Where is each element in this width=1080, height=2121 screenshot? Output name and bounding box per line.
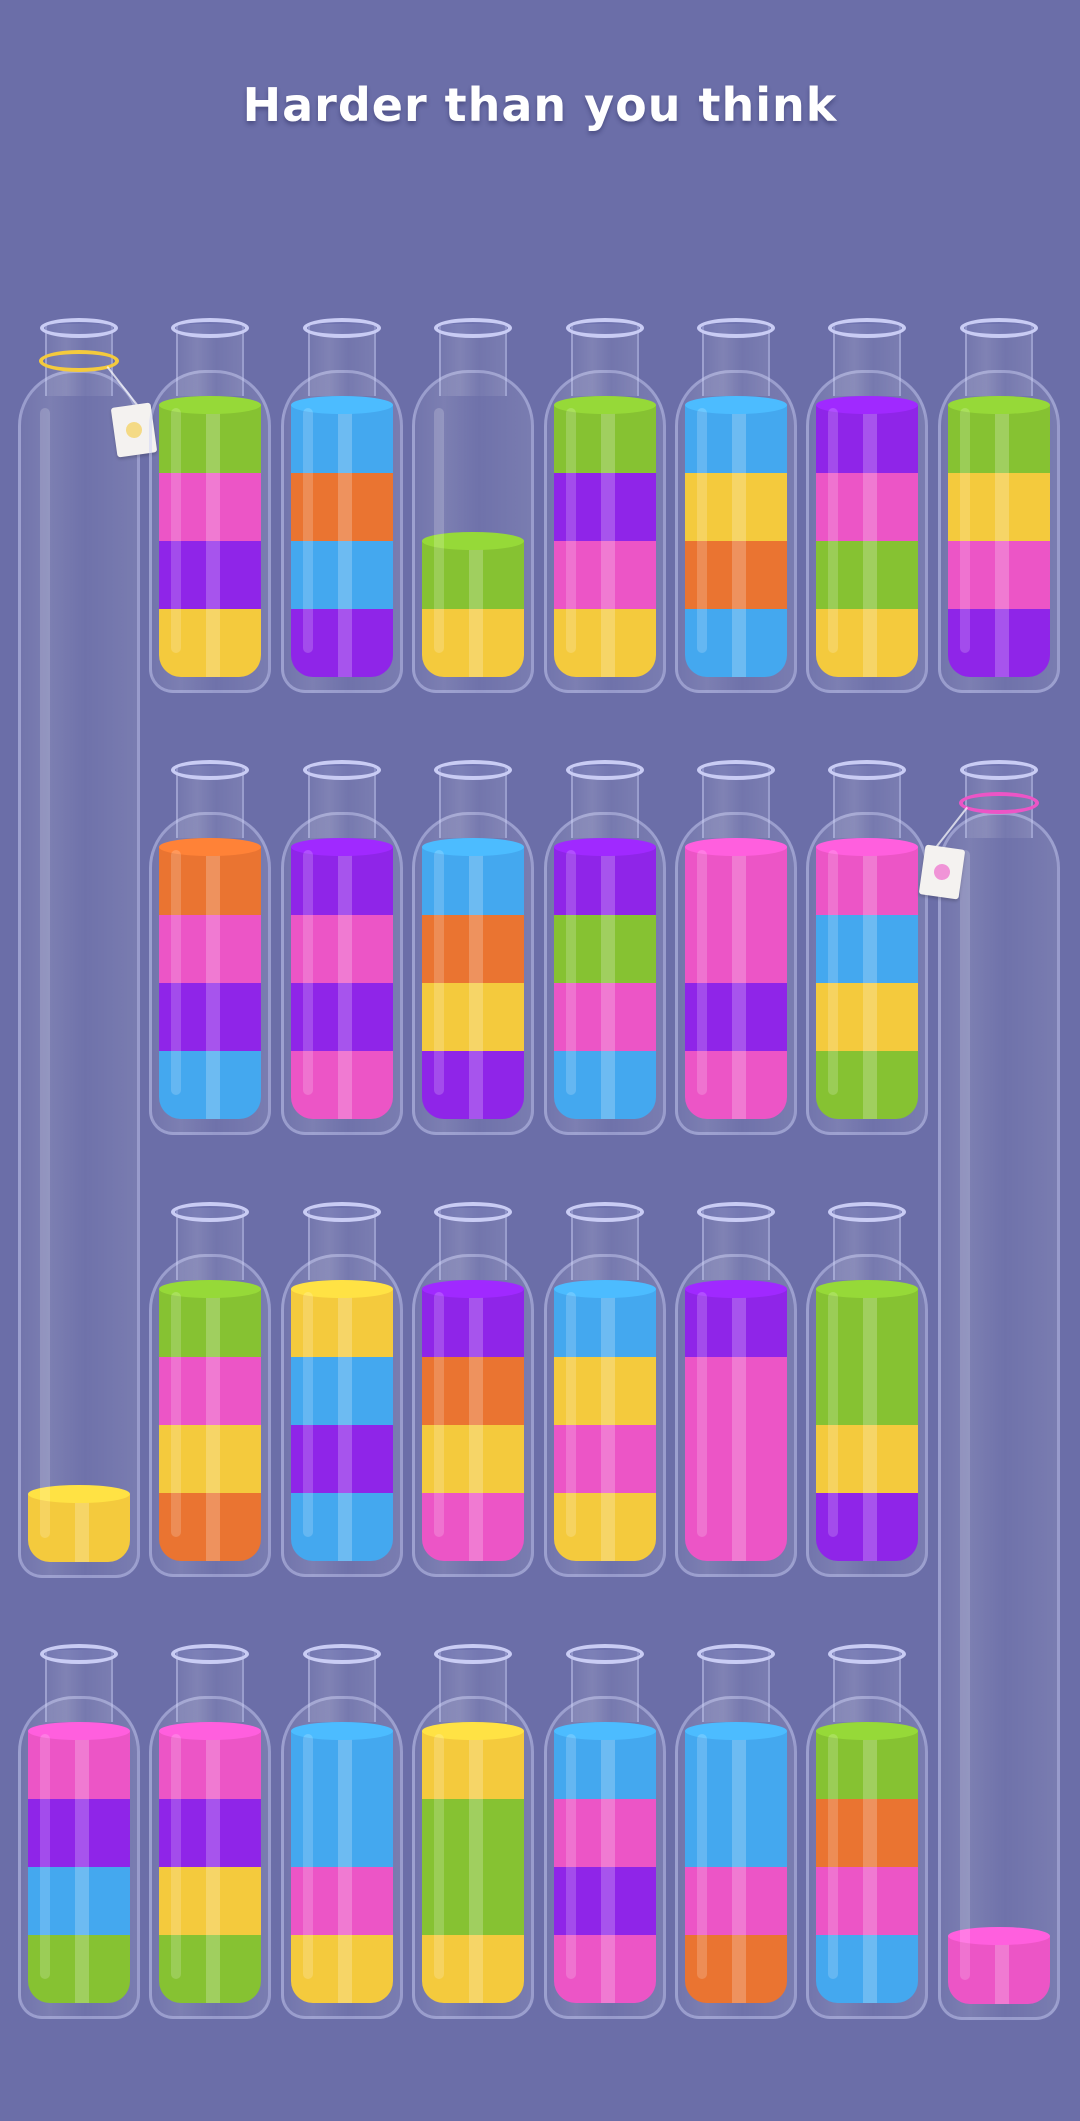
tube-rim: [566, 318, 644, 338]
tube[interactable]: [149, 760, 271, 1135]
tube[interactable]: [412, 760, 534, 1135]
tube[interactable]: [938, 318, 1060, 693]
tube-rim: [828, 1644, 906, 1664]
tube-rim: [171, 318, 249, 338]
tube[interactable]: [675, 1644, 797, 2019]
tube-rim: [171, 1202, 249, 1222]
tube[interactable]: [18, 1644, 140, 2019]
glass-highlight: [697, 1292, 707, 1537]
glass-highlight: [697, 850, 707, 1095]
glass-highlight: [566, 1292, 576, 1537]
tube[interactable]: [149, 318, 271, 693]
level-title: Harder than you think: [242, 78, 838, 132]
tube-rim: [697, 318, 775, 338]
tube-rim: [697, 1202, 775, 1222]
tube-rim: [171, 1644, 249, 1664]
tube[interactable]: [412, 1644, 534, 2019]
glass-highlight: [171, 1292, 181, 1537]
tube[interactable]: [149, 1202, 271, 1577]
tube[interactable]: [544, 1202, 666, 1577]
tube[interactable]: [675, 318, 797, 693]
tube-rim: [828, 760, 906, 780]
tube-rim: [303, 760, 381, 780]
tube[interactable]: [281, 318, 403, 693]
color-tag-card: [918, 844, 966, 900]
glass-highlight: [434, 1734, 444, 1979]
tube[interactable]: [544, 1644, 666, 2019]
glass-highlight: [40, 408, 50, 1538]
glass-highlight: [171, 1734, 181, 1979]
tube[interactable]: [281, 1644, 403, 2019]
tube[interactable]: [149, 1644, 271, 2019]
glass-highlight: [828, 1734, 838, 1979]
tube-rim: [697, 1644, 775, 1664]
glass-highlight: [960, 850, 970, 1980]
tube[interactable]: [806, 1644, 928, 2019]
tube-rim: [434, 1644, 512, 1664]
tube[interactable]: [806, 1202, 928, 1577]
tube-rim: [303, 1202, 381, 1222]
glass-highlight: [960, 408, 970, 653]
tube-glass: [18, 370, 140, 1578]
glass-highlight: [171, 850, 181, 1095]
glass-highlight: [828, 1292, 838, 1537]
glass-highlight: [566, 408, 576, 653]
glass-highlight: [171, 408, 181, 653]
tube[interactable]: [938, 760, 1060, 2020]
tube-rim: [303, 318, 381, 338]
tube[interactable]: [412, 1202, 534, 1577]
tube-rim: [434, 318, 512, 338]
glass-highlight: [303, 1734, 313, 1979]
tube-rim: [434, 1202, 512, 1222]
glass-highlight: [697, 1734, 707, 1979]
glass-highlight: [434, 408, 444, 653]
tube-rim: [171, 760, 249, 780]
glass-highlight: [303, 850, 313, 1095]
tube-rim: [40, 318, 118, 338]
glass-highlight: [434, 850, 444, 1095]
tube-rim: [828, 1202, 906, 1222]
tube-rim: [960, 760, 1038, 780]
tube[interactable]: [281, 760, 403, 1135]
tube[interactable]: [281, 1202, 403, 1577]
tube[interactable]: [806, 318, 928, 693]
color-dot-icon: [124, 420, 144, 440]
tube-glass: [938, 812, 1060, 2020]
tube[interactable]: [806, 760, 928, 1135]
tube[interactable]: [675, 760, 797, 1135]
glass-highlight: [697, 408, 707, 653]
tube-rim: [566, 760, 644, 780]
glass-highlight: [40, 1734, 50, 1979]
tube-rim: [566, 1644, 644, 1664]
tube[interactable]: [18, 318, 140, 1578]
glass-highlight: [566, 850, 576, 1095]
glass-highlight: [828, 408, 838, 653]
tube[interactable]: [675, 1202, 797, 1577]
tube-rim: [303, 1644, 381, 1664]
tube[interactable]: [544, 760, 666, 1135]
glass-highlight: [828, 850, 838, 1095]
tube[interactable]: [412, 318, 534, 693]
tube[interactable]: [544, 318, 666, 693]
tag-ring: [959, 792, 1039, 814]
glass-highlight: [303, 408, 313, 653]
glass-highlight: [303, 1292, 313, 1537]
tube-rim: [697, 760, 775, 780]
tube-rim: [960, 318, 1038, 338]
glass-highlight: [566, 1734, 576, 1979]
tube-rim: [434, 760, 512, 780]
tube-rim: [566, 1202, 644, 1222]
glass-highlight: [434, 1292, 444, 1537]
tube-rim: [40, 1644, 118, 1664]
tube-rim: [828, 318, 906, 338]
color-dot-icon: [932, 862, 952, 882]
